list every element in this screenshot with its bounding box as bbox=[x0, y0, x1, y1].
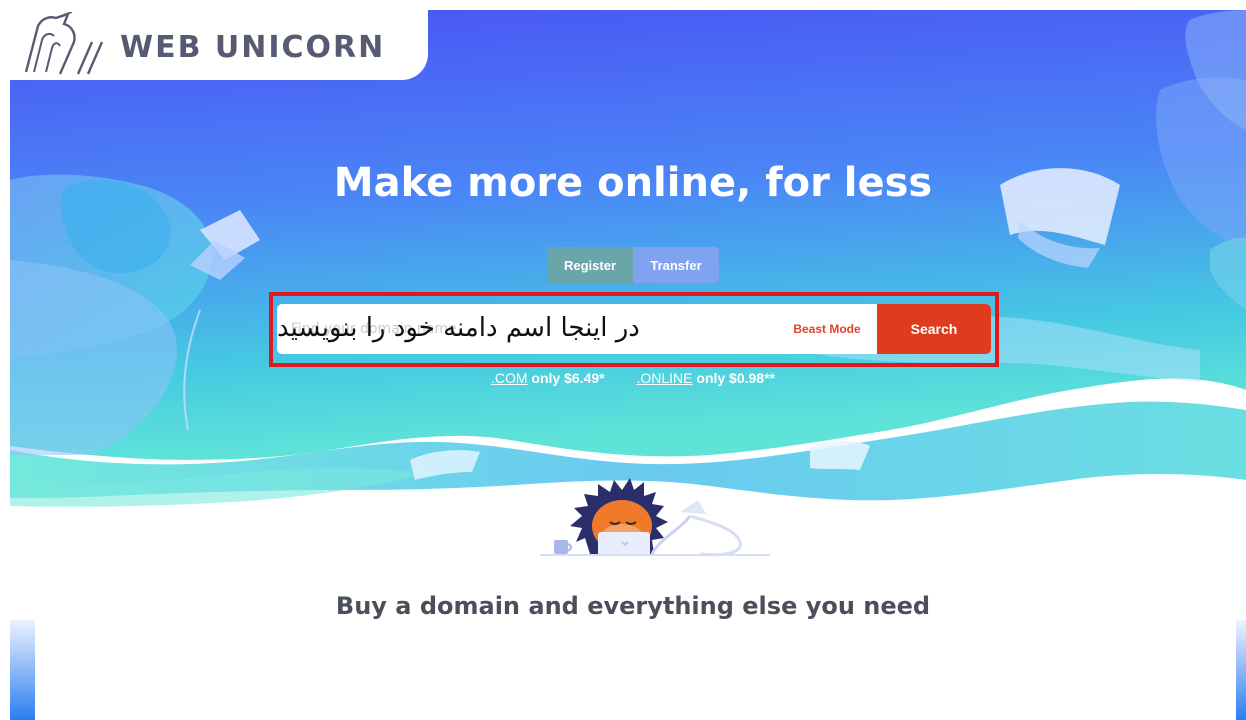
tab-register[interactable]: Register bbox=[547, 247, 633, 283]
unicorn-head-icon bbox=[24, 12, 104, 75]
section-subheading: Buy a domain and everything else you nee… bbox=[335, 592, 931, 620]
left-edge-accent bbox=[10, 620, 35, 720]
promo-online-price: only $0.98** bbox=[692, 370, 775, 386]
promo-online-link[interactable]: .ONLINE bbox=[636, 370, 692, 386]
search-mode-tabs: Register Transfer bbox=[547, 247, 719, 283]
beast-mode-link[interactable]: Beast Mode bbox=[777, 304, 877, 354]
promo-com-link[interactable]: .COM bbox=[491, 370, 528, 386]
search-button[interactable]: Search bbox=[877, 304, 991, 354]
promo-com: .COM only $6.49* bbox=[491, 370, 605, 386]
right-edge-accent bbox=[1236, 620, 1246, 720]
promo-offers: .COM only $6.49* .ONLINE only $0.98** bbox=[0, 370, 1246, 386]
hedgehog-mascot-illustration bbox=[540, 478, 770, 557]
instruction-overlay-text: در اینجا اسم دامنه خود را بنویسید bbox=[277, 313, 640, 343]
domain-search-box: در اینجا اسم دامنه خود را بنویسید Beast … bbox=[277, 304, 991, 354]
promo-online: .ONLINE only $0.98** bbox=[636, 370, 775, 386]
brand-logo-text: WEB UNICORN bbox=[120, 30, 386, 65]
hero-headline: Make more online, for less bbox=[333, 160, 933, 206]
promo-com-price: only $6.49* bbox=[527, 370, 605, 386]
tab-transfer[interactable]: Transfer bbox=[633, 247, 719, 283]
brand-logo-badge[interactable]: WEB UNICORN bbox=[10, 10, 428, 80]
